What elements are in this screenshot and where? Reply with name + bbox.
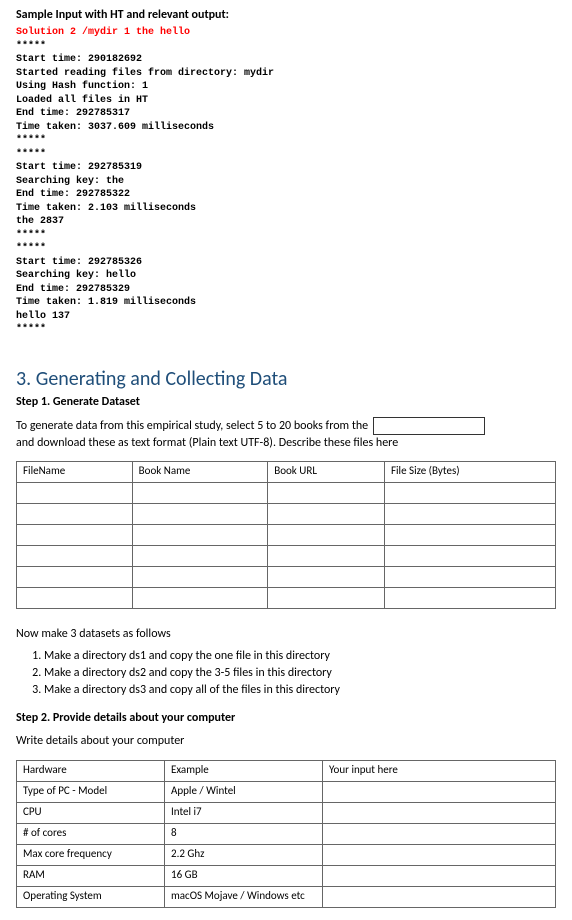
step2-label: Step 2. Provide details about your compu… — [16, 711, 556, 725]
hw-label: Max core frequency — [17, 845, 165, 866]
hw-example: Apple / Wintel — [165, 782, 323, 803]
files-table: FileName Book Name Book URL File Size (B… — [16, 461, 556, 609]
table-row — [17, 525, 556, 546]
code-command-line: Solution 2 /mydir 1 the hello — [16, 27, 190, 38]
hw-example: Intel i7 — [165, 803, 323, 824]
col-filename: FileName — [17, 462, 133, 483]
hw-input-cell[interactable] — [323, 803, 556, 824]
col-bookurl: Book URL — [268, 462, 385, 483]
col-yourinput: Your input here — [323, 761, 556, 782]
code-output-text: ***** Start time: 290182692 Started read… — [16, 41, 274, 336]
table-row — [17, 483, 556, 504]
table-row — [17, 546, 556, 567]
table-row: Type of PC - Model Apple / Wintel — [17, 782, 556, 803]
list-item: Make a directory ds3 and copy all of the… — [44, 683, 556, 697]
hw-label: Type of PC - Model — [17, 782, 165, 803]
col-example: Example — [165, 761, 323, 782]
section-heading-3: 3. Generating and Collecting Data — [16, 367, 556, 391]
list-item: Make a directory ds2 and copy the 3-5 fi… — [44, 666, 556, 680]
list-item: Make a directory ds1 and copy the one fi… — [44, 649, 556, 663]
step1-text-b: and download these as text format (Plain… — [16, 436, 398, 450]
hw-input-cell[interactable] — [323, 782, 556, 803]
table-row: RAM 16 GB — [17, 866, 556, 887]
step1-paragraph: To generate data from this empirical stu… — [16, 417, 556, 452]
table-row — [17, 504, 556, 525]
hw-input-cell[interactable] — [323, 845, 556, 866]
table-row: Operating System macOS Mojave / Windows … — [17, 887, 556, 908]
hw-label: RAM — [17, 866, 165, 887]
table-row: # of cores 8 — [17, 824, 556, 845]
source-input-box[interactable] — [373, 417, 485, 435]
table-header-row: FileName Book Name Book URL File Size (B… — [17, 462, 556, 483]
datasets-list: Make a directory ds1 and copy the one fi… — [16, 649, 556, 697]
hw-input-cell[interactable] — [323, 887, 556, 908]
hw-label: Operating System — [17, 887, 165, 908]
col-filesize: File Size (Bytes) — [384, 462, 555, 483]
datasets-intro: Now make 3 datasets as follows — [16, 627, 556, 641]
col-bookname: Book Name — [132, 462, 268, 483]
hw-label: # of cores — [17, 824, 165, 845]
table-row — [17, 567, 556, 588]
table-row — [17, 588, 556, 609]
hw-example: 8 — [165, 824, 323, 845]
hw-example: macOS Mojave / Windows etc — [165, 887, 323, 908]
code-output-block: Solution 2 /mydir 1 the hello ***** Star… — [16, 26, 556, 337]
table-row: Max core frequency 2.2 Ghz — [17, 845, 556, 866]
hw-input-cell[interactable] — [323, 824, 556, 845]
hw-example: 16 GB — [165, 866, 323, 887]
table-header-row: Hardware Example Your input here — [17, 761, 556, 782]
sample-io-label: Sample Input with HT and relevant output… — [16, 8, 556, 22]
step2-intro: Write details about your computer — [16, 733, 556, 750]
hw-label: CPU — [17, 803, 165, 824]
col-hardware: Hardware — [17, 761, 165, 782]
step1-label: Step 1. Generate Dataset — [16, 395, 556, 409]
step1-text-a: To generate data from this empirical stu… — [16, 418, 368, 432]
hw-input-cell[interactable] — [323, 866, 556, 887]
hw-example: 2.2 Ghz — [165, 845, 323, 866]
table-row: CPU Intel i7 — [17, 803, 556, 824]
hardware-table: Hardware Example Your input here Type of… — [16, 760, 556, 908]
